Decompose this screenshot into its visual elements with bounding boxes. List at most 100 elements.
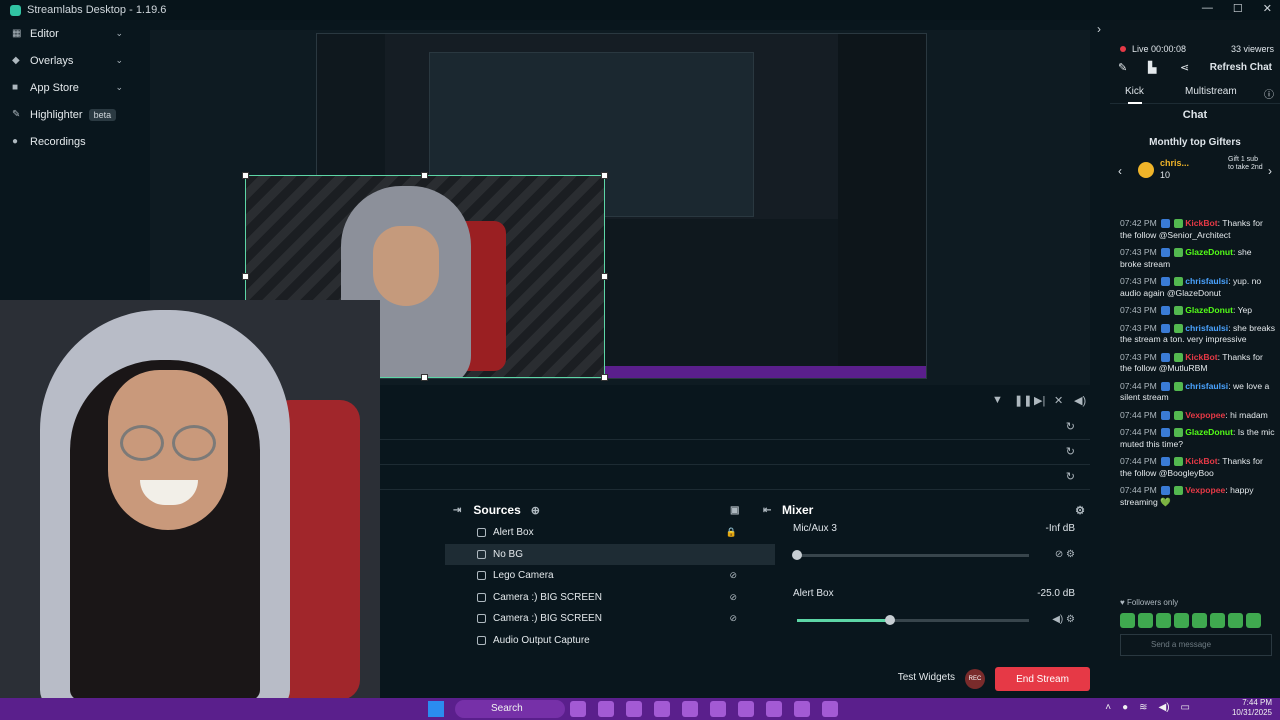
chat-username[interactable]: Vexpopee [1185,410,1225,420]
windows-start-icon[interactable] [428,701,444,717]
list-item[interactable]: Audio Output Capture [445,630,775,652]
tab-multistream[interactable]: Multistream [1185,86,1237,97]
filter-icon[interactable]: ▼ [992,394,1003,406]
chat-username[interactable]: KickBot [1185,352,1217,362]
chat-input[interactable]: Send a message [1120,634,1272,656]
resize-handle[interactable] [601,172,608,179]
app-icon[interactable] [766,701,782,717]
sidebar-item-editor[interactable]: ▦ Editor ⌄ [0,20,135,47]
emote-icon[interactable] [1228,613,1243,628]
visibility-off-icon[interactable]: ⊘ [729,570,737,581]
gear-icon[interactable]: ⚙ [1075,504,1085,517]
reset-icon[interactable]: ↻ [1066,445,1075,458]
battery-icon[interactable]: ▭ [1181,702,1190,713]
taskbar-search[interactable]: Search [455,700,565,718]
pause-icon[interactable]: ❚❚ [1014,394,1032,407]
speaker-icon[interactable]: ◀) ⚙ [1052,614,1075,625]
slider-knob[interactable] [884,615,895,625]
chat-username[interactable]: chrisfaulsi [1185,276,1228,286]
app-icon[interactable] [738,701,754,717]
chat-message: 07:43 PM GlazeDonut: Yep [1120,305,1253,316]
emote-icon[interactable] [1246,613,1261,628]
add-source-icon[interactable]: ⊕ [531,504,540,517]
volume-slider[interactable] [797,615,1029,625]
list-item[interactable]: Camera :) BIG SCREEN ⊘ [445,608,775,630]
resize-handle[interactable] [242,172,249,179]
record-button[interactable]: REC [965,669,985,689]
list-item[interactable]: No BG [445,543,775,565]
folder-icon[interactable]: ▣ [730,505,739,516]
app-icon[interactable] [626,701,642,717]
app-icon[interactable] [570,701,586,717]
lock-icon[interactable]: 🔒 [726,527,737,538]
volume-icon[interactable]: ◀) [1159,702,1170,713]
refresh-chat-button[interactable]: Refresh Chat [1210,62,1272,73]
chevron-right-icon[interactable]: › [1097,22,1101,36]
app-icon[interactable] [710,701,726,717]
wifi-icon[interactable]: ≋ [1139,702,1147,713]
app-icon[interactable] [794,701,810,717]
emote-icon[interactable] [1174,613,1189,628]
resize-handle[interactable] [421,374,428,381]
clock[interactable]: 7:44 PM 10/31/2025 [1232,698,1272,718]
sidebar-item-app-store[interactable]: ■ App Store ⌄ [0,74,135,101]
app-icon[interactable] [822,701,838,717]
collapse-right-icon[interactable]: ⇤ [763,505,771,516]
slider-knob[interactable] [792,550,802,560]
sidebar-item-recordings[interactable]: ● Recordings [0,128,135,155]
list-item[interactable]: Alert Box 🔒 [445,522,775,544]
info-icon[interactable]: ⓘ [1264,86,1274,101]
chat-username[interactable]: Vexpopee [1185,485,1225,495]
up-arrow-icon[interactable]: ˄ [1105,702,1111,713]
visibility-off-icon[interactable]: ⊘ [729,613,737,624]
collapse-icon[interactable]: ⇥ [453,505,461,516]
resize-handle[interactable] [601,273,608,280]
tab-kick[interactable]: Kick [1125,86,1144,97]
emote-icon[interactable] [1210,613,1225,628]
test-widgets-button[interactable]: Test Widgets [898,672,955,683]
reset-icon[interactable]: ↻ [1066,470,1075,483]
sidebar-item-highlighter[interactable]: ✎ Highlighter beta [0,101,135,128]
nested-chat-capture [838,34,926,378]
emote-icon[interactable] [1120,613,1135,628]
share-icon[interactable]: ⋖ [1180,61,1189,74]
gift-cta[interactable]: Gift 1 sub to take 2nd [1228,156,1264,172]
sidebar-item-overlays[interactable]: ◆ Overlays ⌄ [0,47,135,74]
chat-username[interactable]: KickBot [1185,456,1217,466]
resize-handle[interactable] [242,273,249,280]
emote-icon[interactable] [1156,613,1171,628]
dashboard-icon[interactable]: ▙ [1148,61,1156,74]
chevron-left-icon[interactable]: ‹ [1118,164,1122,178]
reset-icon[interactable]: ↻ [1066,420,1075,433]
chat-username[interactable]: KickBot [1185,218,1217,228]
volume-icon[interactable]: ◀) [1074,394,1086,407]
chevron-right-icon[interactable]: › [1268,164,1272,178]
chat-text: Yep [1237,305,1253,315]
maximize-button[interactable]: ☐ [1233,2,1243,15]
resize-handle[interactable] [421,172,428,179]
webcam-overlay-image [0,300,380,700]
list-item[interactable]: Lego Camera ⊘ [445,565,775,587]
end-stream-button[interactable]: End Stream [995,667,1090,691]
skip-icon[interactable]: ▶| [1034,394,1045,407]
resize-handle[interactable] [601,374,608,381]
visibility-off-icon[interactable]: ⊘ [729,592,737,603]
mute-speaker-icon[interactable]: ⊘ ⚙ [1055,549,1075,560]
chat-username[interactable]: GlazeDonut [1185,305,1233,315]
app-icon[interactable] [654,701,670,717]
app-icon[interactable] [598,701,614,717]
emote-icon[interactable] [1192,613,1207,628]
edit-icon[interactable]: ✎ [1118,61,1127,74]
emote-icon[interactable] [1138,613,1153,628]
chat-username[interactable]: GlazeDonut [1185,247,1233,257]
chat-username[interactable]: chrisfaulsi [1185,381,1228,391]
mic-icon[interactable]: ● [1122,702,1128,713]
list-item[interactable]: Camera :) BIG SCREEN ⊘ [445,587,775,609]
mute-notifications-icon[interactable]: ✕ [1054,394,1063,407]
chat-username[interactable]: GlazeDonut [1185,427,1233,437]
app-icon[interactable] [682,701,698,717]
minimize-button[interactable]: — [1202,2,1213,15]
close-button[interactable]: ✕ [1263,2,1272,15]
volume-slider[interactable] [792,550,1029,560]
chat-username[interactable]: chrisfaulsi [1185,323,1228,333]
